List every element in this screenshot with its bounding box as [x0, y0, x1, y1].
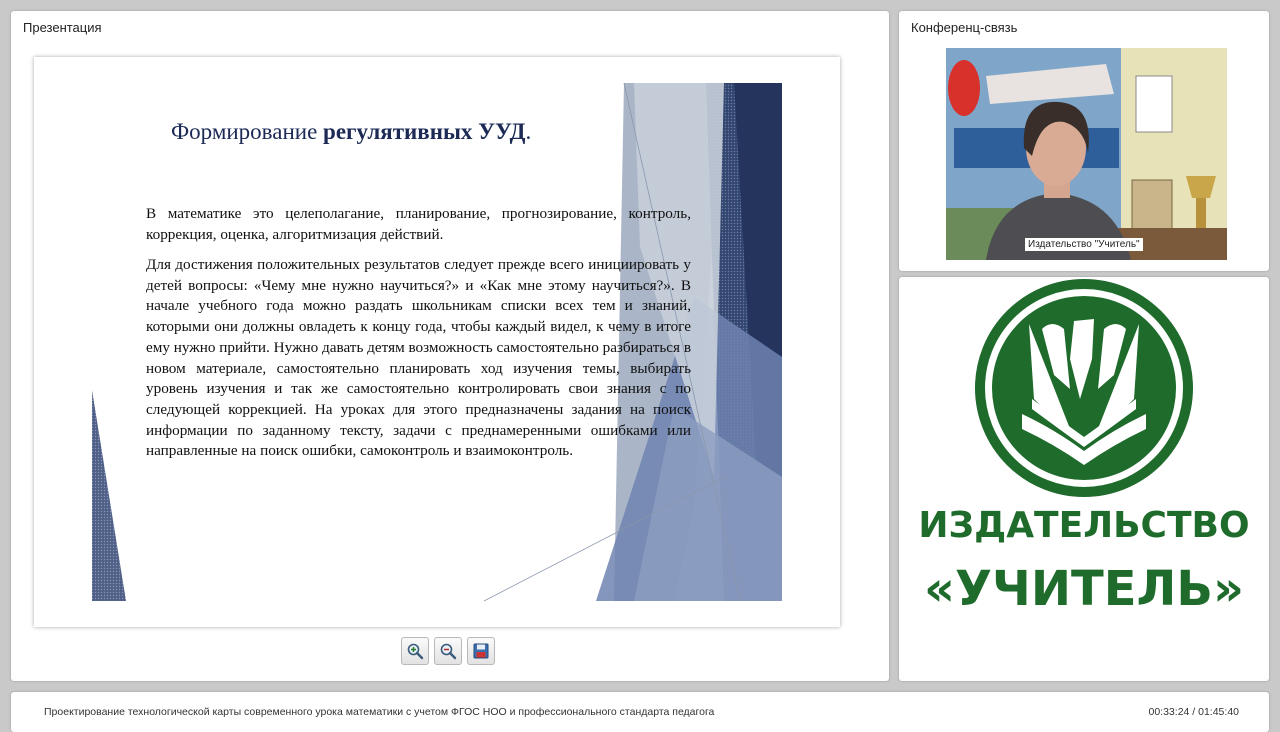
logo-text-publisher: ИЗДАТЕЛЬСТВО [918, 505, 1250, 546]
presentation-panel: Презентация Формирование регулятивных УУ… [11, 11, 889, 681]
slide-paragraph-2: Для достижения положительных результатов… [146, 256, 691, 460]
presentation-panel-title: Презентация [23, 20, 102, 35]
video-frame [946, 48, 1227, 260]
zoom-in-button[interactable] [401, 637, 429, 665]
conference-panel: Конференц-связь Издательство "Учитель" [899, 11, 1269, 271]
video-feed: Издательство "Учитель" [946, 48, 1227, 260]
slide-title-bold: регулятивных УУД [323, 119, 526, 144]
participant-label: Издательство "Учитель" [1025, 238, 1143, 251]
footer-bar: Проектирование технологической карты сов… [11, 692, 1269, 732]
zoom-out-button[interactable] [434, 637, 462, 665]
slide-title-prefix: Формирование [171, 119, 324, 144]
slide-title: Формирование регулятивных УУД. [171, 119, 531, 145]
conference-panel-title: Конференц-связь [911, 20, 1018, 35]
logo-text-name: «УЧИТЕЛЬ» [924, 561, 1244, 617]
playback-timecode: 00:33:24 / 01:45:40 [1148, 706, 1240, 718]
presentation-toolbar [401, 637, 495, 665]
save-icon [473, 643, 489, 659]
publisher-logo-icon [975, 279, 1193, 497]
presentation-slide: Формирование регулятивных УУД. В математ… [34, 57, 840, 627]
zoom-out-icon [440, 643, 457, 660]
zoom-in-icon [407, 643, 424, 660]
save-button[interactable] [467, 637, 495, 665]
course-title: Проектирование технологической карты сов… [44, 706, 715, 718]
logo-panel: ИЗДАТЕЛЬСТВО «УЧИТЕЛЬ» [899, 277, 1269, 681]
slide-paragraph-1: В математике это целеполагание, планиров… [146, 205, 691, 243]
slide-title-suffix: . [525, 119, 532, 144]
